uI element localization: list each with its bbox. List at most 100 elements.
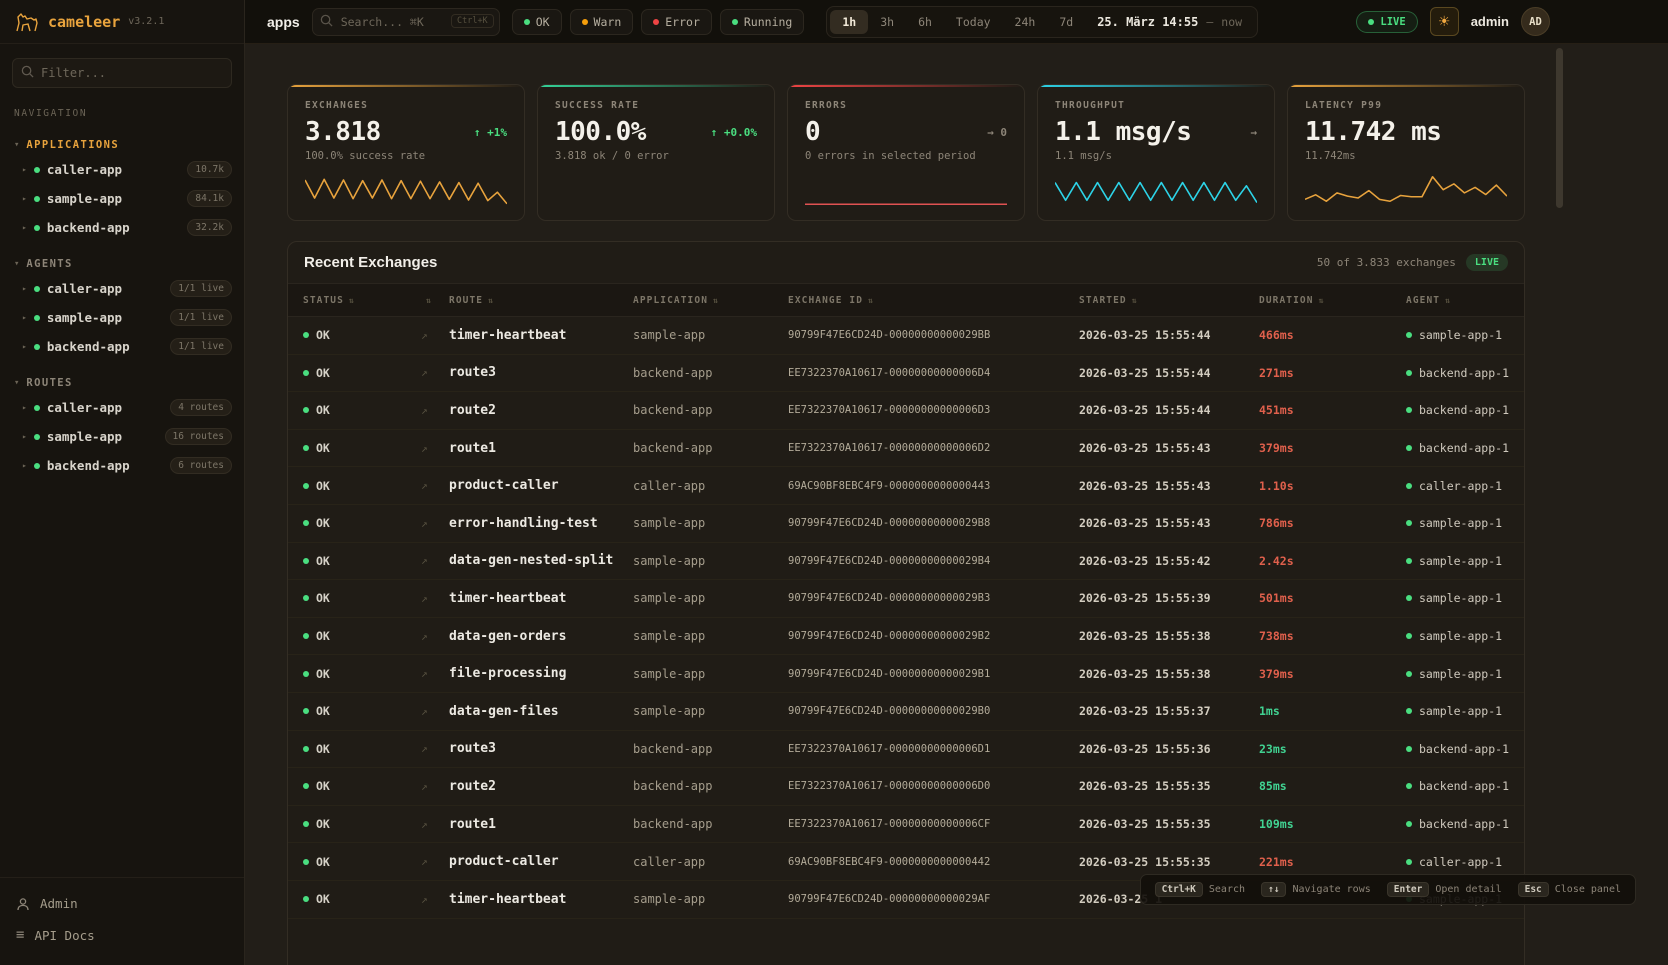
column-header[interactable]: EXCHANGE ID ⇅	[788, 295, 1079, 306]
table-row[interactable]: OK ↗ data-gen-orders sample-app 90799F47…	[288, 618, 1524, 656]
sidebar-item-admin[interactable]: Admin	[0, 888, 244, 919]
table-row[interactable]: OK ↗ data-gen-nested-split sample-app 90…	[288, 543, 1524, 581]
table-row[interactable]: OK ↗ route3 backend-app EE7322370A10617-…	[288, 731, 1524, 769]
sidebar-item[interactable]: ▸ backend-app 6 routes	[0, 451, 244, 480]
column-header[interactable]: STATUS ⇅	[303, 295, 421, 306]
open-exchange-cell[interactable]: ↗	[421, 742, 449, 755]
column-header[interactable]: APPLICATION ⇅	[633, 295, 788, 306]
table-row[interactable]: OK ↗ route2 backend-app EE7322370A10617-…	[288, 392, 1524, 430]
open-exchange-cell[interactable]: ↗	[421, 517, 449, 530]
application-cell: backend-app	[633, 806, 788, 843]
open-exchange-cell[interactable]: ↗	[421, 404, 449, 417]
keyboard-hint: Ctrl+K Search	[1155, 882, 1245, 897]
open-exchange-cell[interactable]: ↗	[421, 667, 449, 680]
stat-card[interactable]: THROUGHPUT 1.1 msg/s → 1.1 msg/s	[1037, 84, 1275, 221]
time-range-button[interactable]: 1h	[830, 10, 868, 34]
open-exchange-cell[interactable]: ↗	[421, 818, 449, 831]
sidebar-item-api-docs[interactable]: ≡ API Docs	[0, 919, 244, 951]
status-dot-icon	[34, 286, 40, 292]
agent-label: sample-app-1	[1419, 516, 1502, 530]
agent-dot-icon	[1406, 821, 1412, 827]
table-row[interactable]: OK ↗ route1 backend-app EE7322370A10617-…	[288, 806, 1524, 844]
table-row[interactable]: OK ↗ product-caller caller-app 69AC90BF8…	[288, 467, 1524, 505]
scrollbar[interactable]	[1556, 48, 1563, 208]
agent-label: sample-app-1	[1419, 328, 1502, 342]
exchange-id-cell: EE7322370A10617-00000000000006CF	[788, 818, 1079, 830]
route-cell: product-caller	[449, 854, 633, 869]
duration-cell: 23ms	[1259, 742, 1406, 756]
table-row[interactable]: OK ↗ timer-heartbeat sample-app 90799F47…	[288, 317, 1524, 355]
time-range-button[interactable]: Today	[944, 10, 1003, 34]
sidebar-section-header[interactable]: ▾ APPLICATIONS	[0, 135, 244, 155]
stat-card[interactable]: LATENCY P99 11.742 ms 11.742ms	[1287, 84, 1525, 221]
sidebar-item[interactable]: ▸ sample-app 1/1 live	[0, 303, 244, 332]
column-header[interactable]: STARTED ⇅	[1079, 295, 1259, 306]
agent-cell: backend-app-1	[1406, 817, 1509, 831]
sidebar-item[interactable]: ▸ caller-app 1/1 live	[0, 274, 244, 303]
sidebar-section-header[interactable]: ▾ ROUTES	[0, 373, 244, 393]
agent-cell: caller-app-1	[1406, 855, 1509, 869]
table-row[interactable]: OK ↗ file-processing sample-app 90799F47…	[288, 655, 1524, 693]
table-row[interactable]: OK ↗ route3 backend-app EE7322370A10617-…	[288, 355, 1524, 393]
open-exchange-cell[interactable]: ↗	[421, 442, 449, 455]
stat-card[interactable]: ERRORS 0 → 0 0 errors in selected period	[787, 84, 1025, 221]
sidebar-item[interactable]: ▸ sample-app 84.1k	[0, 184, 244, 213]
stat-card[interactable]: SUCCESS RATE 100.0% ↑ +0.0% 3.818 ok / 0…	[537, 84, 775, 221]
open-exchange-cell[interactable]: ↗	[421, 554, 449, 567]
now-label[interactable]: now	[1221, 15, 1242, 29]
sidebar-section-header[interactable]: ▾ AGENTS	[0, 254, 244, 274]
open-exchange-cell[interactable]: ↗	[421, 705, 449, 718]
agent-dot-icon	[1406, 859, 1412, 865]
status-label: OK	[316, 441, 330, 455]
open-exchange-cell[interactable]: ↗	[421, 479, 449, 492]
route-cell: data-gen-nested-split	[449, 553, 633, 568]
stat-card[interactable]: EXCHANGES 3.818 ↑ +1% 100.0% success rat…	[287, 84, 525, 221]
sun-icon: ☀	[1438, 13, 1451, 30]
table-row[interactable]: OK ↗ timer-heartbeat sample-app 90799F47…	[288, 580, 1524, 618]
open-exchange-cell[interactable]: ↗	[421, 592, 449, 605]
time-range-button[interactable]: 6h	[906, 10, 944, 34]
sidebar-item[interactable]: ▸ backend-app 1/1 live	[0, 332, 244, 361]
sidebar-item[interactable]: ▸ caller-app 10.7k	[0, 155, 244, 184]
sidebar-item[interactable]: ▸ sample-app 16 routes	[0, 422, 244, 451]
filter-input[interactable]	[12, 58, 232, 88]
keyboard-hint: Esc Close panel	[1518, 882, 1621, 897]
open-exchange-cell[interactable]: ↗	[421, 329, 449, 342]
status-filter-chip[interactable]: Running	[720, 9, 804, 35]
exchange-id-cell: EE7322370A10617-00000000000006D1	[788, 743, 1079, 755]
hint-label: Navigate rows	[1292, 884, 1370, 895]
open-exchange-cell[interactable]: ↗	[421, 630, 449, 643]
open-exchange-cell[interactable]: ↗	[421, 780, 449, 793]
status-cell: OK	[303, 591, 421, 605]
sidebar-item[interactable]: ▸ backend-app 32.2k	[0, 213, 244, 242]
time-range-button[interactable]: 24h	[1003, 10, 1048, 34]
sidebar-item[interactable]: ▸ caller-app 4 routes	[0, 393, 244, 422]
started-cell: 2026-03-25 15:55:35	[1079, 855, 1259, 869]
time-range-button[interactable]: 7d	[1047, 10, 1085, 34]
status-filter-chip[interactable]: OK	[512, 9, 562, 35]
table-row[interactable]: OK ↗ route1 backend-app EE7322370A10617-…	[288, 430, 1524, 468]
table-row[interactable]: OK ↗ data-gen-files sample-app 90799F47E…	[288, 693, 1524, 731]
external-link-icon: ↗	[421, 818, 428, 831]
column-header[interactable]: ⇅	[421, 296, 449, 305]
open-exchange-cell[interactable]: ↗	[421, 893, 449, 906]
agent-dot-icon	[1406, 332, 1412, 338]
table-row[interactable]: OK ↗ route2 backend-app EE7322370A10617-…	[288, 768, 1524, 806]
table-row[interactable]: OK ↗ error-handling-test sample-app 9079…	[288, 505, 1524, 543]
status-cell: OK	[303, 328, 421, 342]
open-exchange-cell[interactable]: ↗	[421, 366, 449, 379]
open-exchange-cell[interactable]: ↗	[421, 855, 449, 868]
column-header[interactable]: DURATION ⇅	[1259, 295, 1406, 306]
user-name: admin	[1471, 14, 1509, 29]
time-range-button[interactable]: 3h	[868, 10, 906, 34]
column-header[interactable]: ROUTE ⇅	[449, 295, 633, 306]
theme-toggle-button[interactable]: ☀	[1430, 7, 1459, 36]
started-cell: 2026-03-25 15:55:36	[1079, 742, 1259, 756]
status-filter-chip[interactable]: Warn	[570, 9, 634, 35]
column-header[interactable]: AGENT ⇅	[1406, 295, 1509, 306]
status-filter-chip[interactable]: Error	[641, 9, 712, 35]
search-shortcut-kbd: Ctrl+K	[451, 14, 494, 28]
live-toggle[interactable]: LIVE	[1356, 11, 1417, 33]
avatar[interactable]: AD	[1521, 7, 1550, 36]
stat-body: LATENCY P99 11.742 ms 11.742ms	[1288, 87, 1524, 220]
